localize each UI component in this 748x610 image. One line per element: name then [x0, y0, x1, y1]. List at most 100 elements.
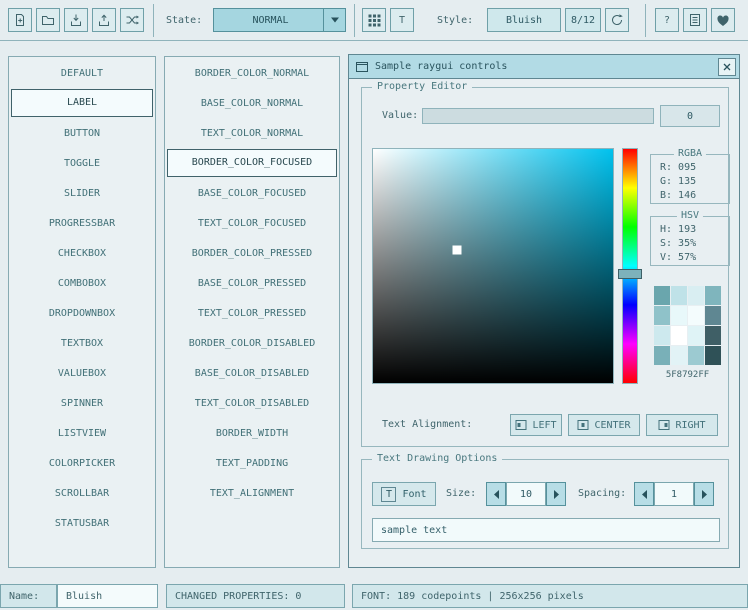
control-item[interactable]: SLIDER: [11, 178, 153, 208]
align-center-button[interactable]: CENTER: [568, 414, 640, 436]
sample-text-input[interactable]: sample text: [372, 518, 720, 542]
properties-list: BORDER_COLOR_NORMAL BASE_COLOR_NORMAL TE…: [164, 56, 340, 568]
property-item[interactable]: BORDER_COLOR_PRESSED: [167, 238, 337, 268]
control-item[interactable]: TEXTBOX: [11, 328, 153, 358]
value-value: V: 57%: [651, 251, 729, 265]
export-style-button[interactable]: [92, 8, 116, 32]
control-item[interactable]: CHECKBOX: [11, 238, 153, 268]
palette-swatch[interactable]: [654, 306, 670, 325]
style-name-value: Bluish: [66, 591, 102, 602]
close-button[interactable]: [718, 58, 736, 76]
font-info-text: FONT: 189 codepoints | 256x256 pixels: [361, 591, 584, 602]
help-button[interactable]: ?: [655, 8, 679, 32]
size-value-box[interactable]: 10: [506, 482, 546, 506]
color-picker-marker[interactable]: [453, 245, 462, 254]
font-info-status: FONT: 189 codepoints | 256x256 pixels: [352, 584, 748, 608]
palette-swatch[interactable]: [671, 326, 687, 345]
text-mode-button[interactable]: T: [390, 8, 414, 32]
control-item[interactable]: STATUSBAR: [11, 508, 153, 538]
hsv-group: HSV H: 193 S: 35% V: 57%: [650, 216, 730, 266]
palette-swatch[interactable]: [688, 346, 704, 365]
control-item[interactable]: SPINNER: [11, 388, 153, 418]
reload-style-button[interactable]: [605, 8, 629, 32]
save-style-button[interactable]: [64, 8, 88, 32]
property-item[interactable]: TEXT_PADDING: [167, 448, 337, 478]
font-button[interactable]: T Font: [372, 482, 436, 506]
property-item[interactable]: BORDER_WIDTH: [167, 418, 337, 448]
palette-swatch[interactable]: [654, 326, 670, 345]
palette-swatch[interactable]: [705, 286, 721, 305]
property-item[interactable]: TEXT_COLOR_FOCUSED: [167, 208, 337, 238]
palette-swatch[interactable]: [705, 346, 721, 365]
property-item[interactable]: BASE_COLOR_PRESSED: [167, 268, 337, 298]
value-slider[interactable]: [422, 108, 654, 124]
spacing-decrease-button[interactable]: [634, 482, 654, 506]
palette-swatch[interactable]: [705, 326, 721, 345]
palette-swatch[interactable]: [671, 306, 687, 325]
property-item[interactable]: BASE_COLOR_NORMAL: [167, 88, 337, 118]
style-counter-button[interactable]: 8/12: [565, 8, 601, 32]
palette-swatch[interactable]: [688, 286, 704, 305]
control-item[interactable]: DEFAULT: [11, 58, 153, 88]
spacing-value-box[interactable]: 1: [654, 482, 694, 506]
property-item[interactable]: TEXT_COLOR_NORMAL: [167, 118, 337, 148]
control-item[interactable]: SCROLLBAR: [11, 478, 153, 508]
align-left-label: LEFT: [532, 420, 556, 431]
control-item[interactable]: LISTVIEW: [11, 418, 153, 448]
text-options-group-label: Text Drawing Options: [372, 453, 502, 465]
random-style-button[interactable]: [120, 8, 144, 32]
grid-mode-button[interactable]: [362, 8, 386, 32]
size-decrease-button[interactable]: [486, 482, 506, 506]
hue-slider-handle[interactable]: [618, 269, 642, 279]
palette-swatch[interactable]: [688, 306, 704, 325]
align-right-button[interactable]: RIGHT: [646, 414, 718, 436]
palette-swatch[interactable]: [654, 286, 670, 305]
control-item[interactable]: TOGGLE: [11, 148, 153, 178]
spacing-increase-button[interactable]: [694, 482, 714, 506]
property-editor-group: Property Editor Value: 0 RGBA R: 095 G: …: [361, 87, 729, 447]
align-left-icon: [515, 419, 527, 431]
palette-swatch[interactable]: [654, 346, 670, 365]
controls-list: DEFAULT LABEL BUTTON TOGGLE SLIDER PROGR…: [8, 56, 156, 568]
control-item-selected[interactable]: LABEL: [11, 89, 153, 117]
value-box[interactable]: 0: [660, 105, 720, 127]
hue-bar[interactable]: [622, 148, 638, 384]
toolbar: State: NORMAL T Style: Bluish 8/12 ?: [0, 0, 748, 41]
control-item[interactable]: VALUEBOX: [11, 358, 153, 388]
state-dropdown[interactable]: NORMAL: [213, 8, 346, 32]
style-name-button[interactable]: Bluish: [487, 8, 561, 32]
close-icon: [721, 61, 733, 73]
red-value: R: 095: [651, 161, 729, 175]
color-saturation-value-panel[interactable]: [372, 148, 614, 384]
property-item[interactable]: BASE_COLOR_FOCUSED: [167, 178, 337, 208]
open-folder-icon: [41, 13, 55, 27]
style-name-input[interactable]: Bluish: [57, 584, 158, 608]
window-titlebar[interactable]: Sample raygui controls: [349, 55, 739, 79]
property-item[interactable]: TEXT_COLOR_PRESSED: [167, 298, 337, 328]
size-increase-button[interactable]: [546, 482, 566, 506]
new-style-button[interactable]: [8, 8, 32, 32]
load-style-button[interactable]: [36, 8, 60, 32]
color-hex-value: 5F8792FF: [654, 370, 721, 380]
hsv-group-label: HSV: [677, 210, 703, 222]
sponsor-button[interactable]: [711, 8, 735, 32]
changed-properties-status: CHANGED PROPERTIES: 0: [166, 584, 345, 608]
property-item[interactable]: TEXT_ALIGNMENT: [167, 478, 337, 508]
palette-swatch[interactable]: [705, 306, 721, 325]
control-item[interactable]: BUTTON: [11, 118, 153, 148]
property-item[interactable]: BORDER_COLOR_NORMAL: [167, 58, 337, 88]
palette-swatch[interactable]: [688, 326, 704, 345]
property-item[interactable]: BORDER_COLOR_DISABLED: [167, 328, 337, 358]
about-button[interactable]: [683, 8, 707, 32]
palette-swatch[interactable]: [671, 346, 687, 365]
palette-swatch[interactable]: [671, 286, 687, 305]
property-item[interactable]: TEXT_COLOR_DISABLED: [167, 388, 337, 418]
control-item[interactable]: COLORPICKER: [11, 448, 153, 478]
control-item[interactable]: DROPDOWNBOX: [11, 298, 153, 328]
property-item[interactable]: BASE_COLOR_DISABLED: [167, 358, 337, 388]
align-left-button[interactable]: LEFT: [510, 414, 562, 436]
control-item[interactable]: PROGRESSBAR: [11, 208, 153, 238]
property-item-selected[interactable]: BORDER_COLOR_FOCUSED: [167, 149, 337, 177]
control-item[interactable]: COMBOBOX: [11, 268, 153, 298]
style-color-palette: [654, 286, 721, 365]
